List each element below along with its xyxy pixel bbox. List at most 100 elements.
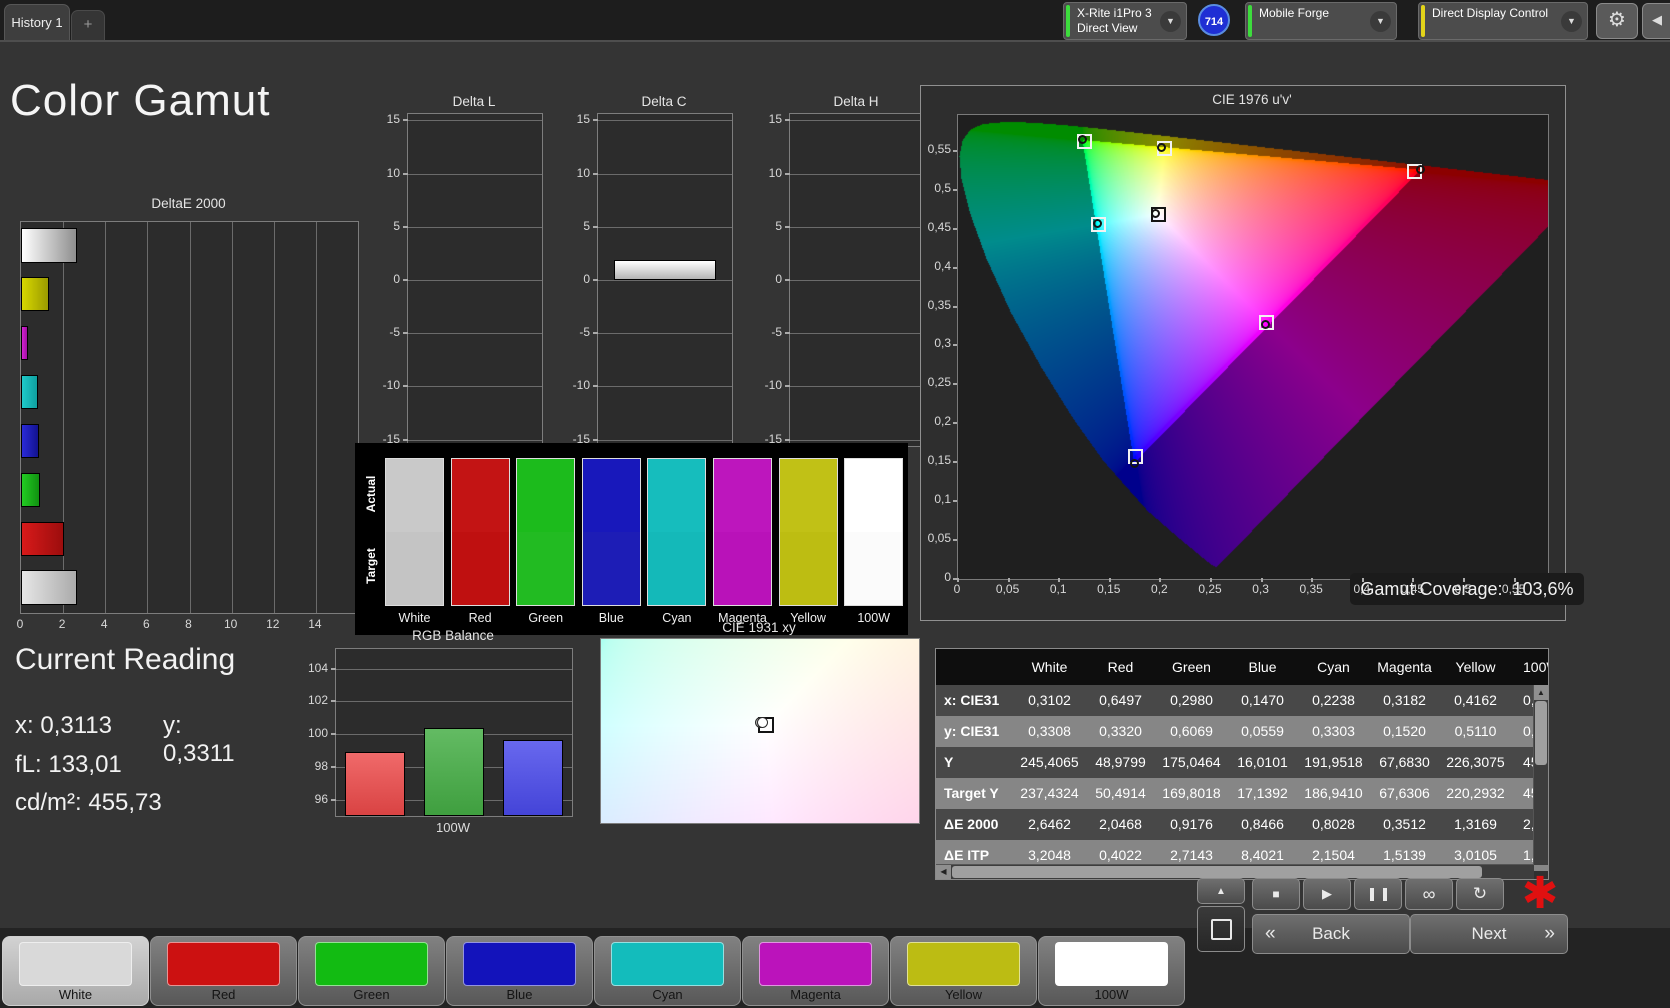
tick-label: 102 xyxy=(307,693,328,708)
cie-1976-title: CIE 1976 u'v' xyxy=(1212,92,1292,107)
chromaticity-diagram xyxy=(958,115,1548,579)
tick-label: 0 xyxy=(583,272,590,286)
tick-label: 10 xyxy=(223,617,238,631)
scroll-up-button[interactable]: ▲ xyxy=(1534,685,1548,700)
tick-label: 5 xyxy=(775,218,782,233)
tick-label: 0,55 xyxy=(1501,582,1526,596)
display-control-dropdown[interactable]: Direct Display Control ▼ xyxy=(1418,2,1588,40)
play-button[interactable]: ▶ xyxy=(1303,878,1351,910)
table-cell: 0,1520 xyxy=(1383,723,1426,739)
back-button[interactable]: « Back xyxy=(1252,914,1410,954)
continuous-measure-button[interactable]: ∞ xyxy=(1405,878,1453,910)
tab-history-1[interactable]: History 1 xyxy=(4,4,70,41)
gridline xyxy=(336,668,572,670)
stop-button[interactable]: ■ xyxy=(1252,878,1300,910)
tick-label: 14 xyxy=(308,617,322,631)
table-header-cell: Cyan xyxy=(1317,659,1350,675)
bar-magenta xyxy=(21,326,29,361)
settings-button[interactable]: ⚙ xyxy=(1596,3,1638,39)
gridline xyxy=(598,120,732,122)
bar-blue xyxy=(21,423,39,459)
pause-button[interactable] xyxy=(1354,878,1402,910)
tick-mark xyxy=(593,279,598,281)
row-label: Y xyxy=(944,754,954,770)
tick-label: 8 xyxy=(185,617,192,631)
patch-button-yellow[interactable]: Yellow xyxy=(890,936,1037,1006)
next-button-label: Next xyxy=(1471,924,1507,943)
table-header-cell: Green xyxy=(1172,659,1211,675)
patch-window-button[interactable] xyxy=(1197,906,1245,952)
swatch-target xyxy=(582,532,640,605)
source-dropdown[interactable]: Mobile Forge ▼ xyxy=(1245,2,1397,40)
swatch-target xyxy=(845,532,903,605)
tick-mark xyxy=(953,227,957,230)
table-row: y: CIE31 0,3308 0,3320 0,6069 0,0559 0,3303 0,… xyxy=(936,716,1548,747)
reading-y-value: 0,3311 xyxy=(163,740,235,767)
source-status-accent xyxy=(1248,5,1252,37)
tick-mark xyxy=(331,667,336,670)
table-cell: 2,6462 xyxy=(1028,816,1071,832)
collapse-panel-button[interactable]: ◀ xyxy=(1642,3,1670,39)
row-label: Target Y xyxy=(944,785,999,801)
patch-color-swatch xyxy=(315,942,428,986)
patch-button-100w[interactable]: 100W xyxy=(1038,936,1185,1006)
tick-label: 0,25 xyxy=(927,375,951,390)
vertical-scroll-thumb[interactable] xyxy=(1535,701,1547,765)
table-cell: 1,3169 xyxy=(1454,816,1497,832)
patch-button-label: 100W xyxy=(1094,987,1129,1002)
tick-label: 0 xyxy=(775,272,782,286)
tick-label: 0 xyxy=(393,272,400,286)
delta-h-chart: 15 10 5 0 -5 -10 -15 xyxy=(765,112,925,447)
patch-button-white[interactable]: White xyxy=(2,936,149,1006)
chevron-down-icon: ▼ xyxy=(1160,11,1181,32)
tick-mark xyxy=(953,266,957,269)
gridline xyxy=(408,333,542,335)
gridline xyxy=(408,386,542,388)
tick-label: 5 xyxy=(583,218,590,233)
patch-button-magenta[interactable]: Magenta xyxy=(742,936,889,1006)
expand-up-button[interactable]: ▲ xyxy=(1197,878,1245,904)
tick-label: 5 xyxy=(393,218,400,233)
patch-button-blue[interactable]: Blue xyxy=(446,936,593,1006)
table-cell: 0,8028 xyxy=(1312,816,1355,832)
add-tab-button[interactable]: + xyxy=(71,10,105,41)
table-cell: 50,4914 xyxy=(1095,785,1146,801)
current-reading-title: Current Reading xyxy=(15,643,236,676)
source-name: Mobile Forge xyxy=(1259,6,1330,20)
patch-color-swatch xyxy=(907,942,1020,986)
tick-mark xyxy=(1463,578,1465,582)
tick-label: -10 xyxy=(764,378,782,393)
vertical-scrollbar[interactable]: ▲ xyxy=(1533,685,1548,865)
horizontal-scroll-thumb[interactable] xyxy=(952,866,1482,878)
horizontal-scrollbar[interactable]: ◀ xyxy=(936,864,1534,879)
gear-icon: ⚙ xyxy=(1608,9,1626,31)
table-cell: 186,9410 xyxy=(1304,785,1363,801)
gridline xyxy=(790,120,924,122)
next-button[interactable]: Next » xyxy=(1410,914,1568,954)
reading-fl-label: fL: xyxy=(15,751,42,778)
tick-mark xyxy=(785,438,790,441)
current-reading-cdm2: cd/m²: 455,73 xyxy=(15,789,162,817)
tick-label: 0,1 xyxy=(1049,582,1067,596)
tick-label: 0 xyxy=(16,617,24,631)
scroll-left-button[interactable]: ◀ xyxy=(936,865,951,879)
display-status-accent xyxy=(1421,5,1425,37)
table-header-cell: White xyxy=(1031,659,1068,675)
delta-l-chart: 15 10 5 0 -5 -10 -15 xyxy=(383,112,543,447)
patch-button-cyan[interactable]: Cyan xyxy=(594,936,741,1006)
patch-button-green[interactable]: Green xyxy=(298,936,445,1006)
refresh-button[interactable]: ↻ xyxy=(1456,878,1504,910)
swatch-actual xyxy=(714,459,771,532)
deltae2000-x-axis: 0 2 4 6 8 10 12 14 xyxy=(17,617,357,633)
meter-dropdown[interactable]: X-Rite i1Pro 3 Direct View ▼ xyxy=(1063,2,1187,40)
tick-mark xyxy=(1159,578,1162,582)
patch-button-red[interactable]: Red xyxy=(150,936,297,1006)
chevron-left-icon: ◀ xyxy=(1652,12,1662,27)
pause-icon xyxy=(1369,887,1387,901)
gridline xyxy=(790,226,924,228)
swatch-actual xyxy=(845,459,903,532)
bar-white xyxy=(21,228,77,263)
tick-label: -5 xyxy=(579,325,590,340)
tick-mark xyxy=(1210,578,1212,582)
deltae2000-chart-title: DeltaE 2000 xyxy=(151,196,226,211)
